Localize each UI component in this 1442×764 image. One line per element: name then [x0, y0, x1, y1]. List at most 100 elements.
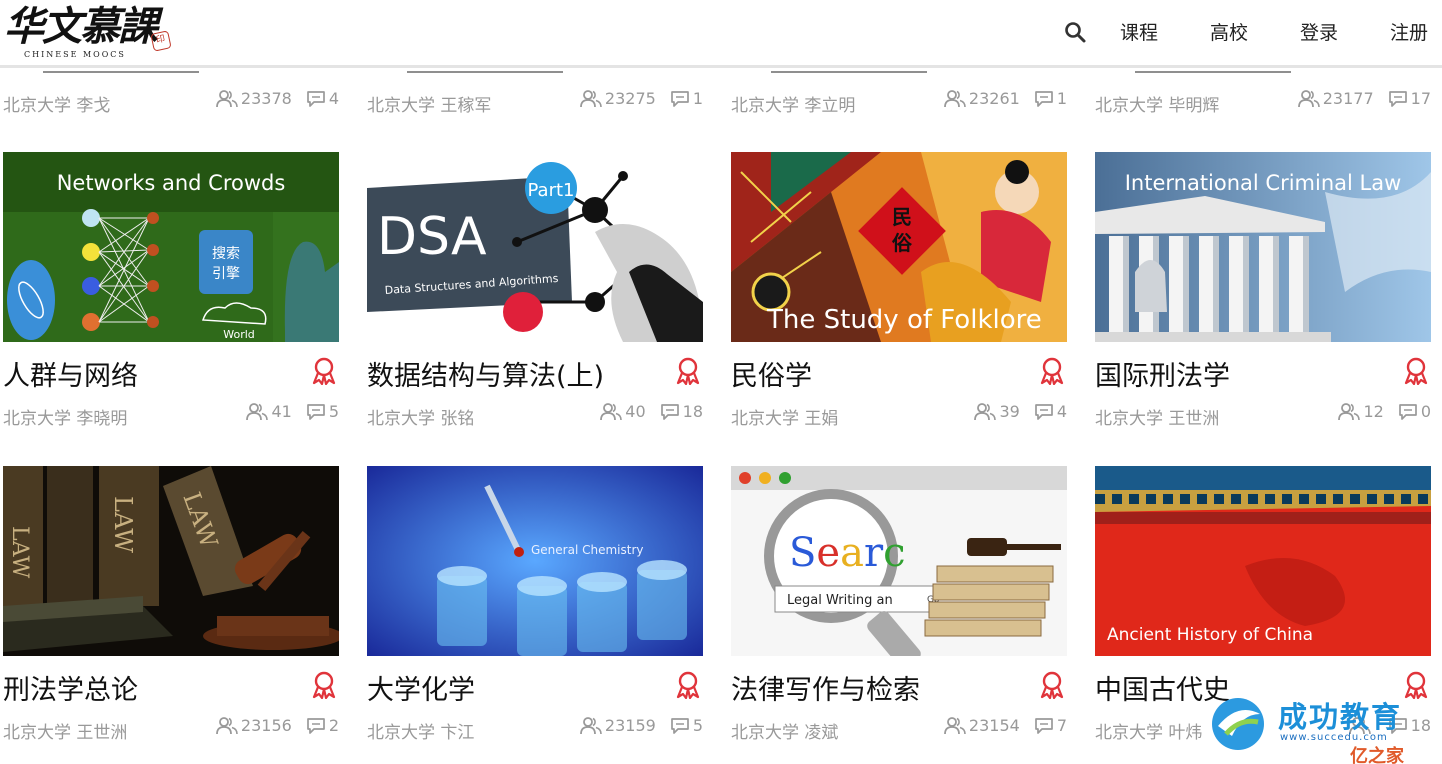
students-value: 23378 [240, 89, 292, 108]
course-title[interactable]: 刑法学总论 [3, 668, 138, 707]
comments-icon [670, 90, 690, 108]
prev-course-teacher[interactable]: 北京大学 李戈 [3, 91, 110, 116]
course-teacher[interactable]: 北京大学 王娟 [731, 404, 838, 429]
students-count: 23159 [580, 716, 656, 735]
comments-icon [1034, 90, 1054, 108]
nav-schools[interactable]: 高校 [1210, 18, 1248, 45]
course-teacher[interactable]: 北京大学 李晓明 [3, 404, 127, 429]
comments-count: 5 [670, 716, 703, 735]
comments-count: 7 [1034, 716, 1067, 735]
prev-title-remnant [771, 71, 1031, 77]
thumb-art: General Chemistry [367, 466, 703, 656]
students-icon [1338, 402, 1361, 421]
certificate-icon [675, 357, 701, 386]
prev-course-teacher[interactable]: 北京大学 毕明辉 [1095, 91, 1219, 116]
thumb-title: General Chemistry [531, 543, 644, 557]
course-teacher[interactable]: 北京大学 叶炜 [1095, 718, 1202, 743]
students-count: 41 [246, 402, 292, 421]
students-count: 23275 [580, 89, 656, 108]
watermark: 成功教育 www.succedu.com 亿之家 [1206, 690, 1442, 764]
course-thumbnail[interactable]: LAW LAW LAW [3, 466, 339, 656]
course-title[interactable]: 法律写作与检索 [731, 668, 920, 707]
course-card[interactable]: 民 俗 The Study of Folklore 民俗学 北京大学 王娟 39 4 [731, 152, 1067, 437]
thumb-title: Ancient History of China [1107, 625, 1313, 645]
comments-value: 7 [1056, 716, 1067, 735]
nav-register[interactable]: 注册 [1390, 18, 1428, 45]
prev-title-remnant [407, 71, 667, 77]
course-thumbnail[interactable]: Searc Legal Writing an Go [731, 466, 1067, 656]
students-icon [1297, 89, 1320, 108]
comments-count: 4 [306, 89, 339, 108]
course-thumbnail[interactable]: Networks and Crowds 搜索 引擎 World [3, 152, 339, 342]
certificate-icon [1039, 671, 1065, 700]
students-value: 23177 [1322, 89, 1374, 108]
course-teacher[interactable]: 北京大学 凌斌 [731, 718, 838, 743]
course-card[interactable]: International Criminal Law 国际刑法学北京大学 王世洲… [1095, 152, 1431, 437]
thumb-label-1: 民 [892, 205, 912, 229]
comments-count: 5 [306, 402, 339, 421]
svg-text:LAW: LAW [109, 496, 137, 553]
course-card[interactable]: LAW LAW LAW 刑法学总论 北京大学 王世洲 23156 2 [3, 466, 339, 751]
logo-chinese: 华文慕課 [4, 3, 158, 50]
course-teacher[interactable]: 北京大学 王世洲 [3, 718, 127, 743]
students-count: 12 [1338, 402, 1384, 421]
comments-icon [306, 403, 326, 421]
course-thumbnail[interactable]: 民 俗 The Study of Folklore [731, 152, 1067, 342]
course-card[interactable]: Searc Legal Writing an Go 法律写作与检索北京大学 凌斌… [731, 466, 1067, 751]
course-thumbnail[interactable]: General Chemistry [367, 466, 703, 656]
course-title[interactable]: 民俗学 [731, 354, 812, 393]
app-root: 华文慕課 CHINESE MOOCS 印 课程 高校 登录 注册 北京大学 李戈… [0, 0, 1442, 764]
students-count: 39 [974, 402, 1020, 421]
students-value: 39 [999, 402, 1020, 421]
students-count: 40 [600, 402, 646, 421]
comments-value: 4 [328, 89, 339, 108]
students-icon [944, 716, 966, 735]
course-thumbnail[interactable]: International Criminal Law [1095, 152, 1431, 342]
certificate-icon [311, 357, 337, 386]
thumb-art: 民 俗 The Study of Folklore [731, 152, 1067, 342]
nav-courses[interactable]: 课程 [1120, 18, 1158, 45]
course-teacher[interactable]: 北京大学 张铭 [367, 404, 474, 429]
course-card[interactable]: DSA Data Structures and Algorithms Part1… [367, 152, 703, 437]
course-teacher[interactable]: 北京大学 卞江 [367, 718, 474, 743]
thumb-label-1: 搜索 [212, 245, 240, 262]
thumb-art: Searc Legal Writing an Go [731, 466, 1067, 656]
course-title[interactable]: 国际刑法学 [1095, 354, 1230, 393]
thumb-art: LAW LAW LAW [3, 466, 339, 656]
course-thumbnail[interactable]: DSA Data Structures and Algorithms Part1 [367, 152, 703, 342]
course-card[interactable]: General Chemistry 大学化学北京大学 卞江 23159 5 [367, 466, 703, 751]
course-title[interactable]: 人群与网络 [3, 354, 138, 393]
course-title[interactable]: 大学化学 [367, 668, 475, 707]
comments-count: 0 [1398, 402, 1431, 421]
course-card[interactable]: Networks and Crowds 搜索 引擎 World 人群与网络北京大… [3, 152, 339, 437]
course-teacher[interactable]: 北京大学 王世洲 [1095, 404, 1219, 429]
course-stats: 12 0 [1338, 402, 1431, 421]
nav-login[interactable]: 登录 [1300, 18, 1338, 45]
site-header: 华文慕課 CHINESE MOOCS 印 课程 高校 登录 注册 [0, 0, 1442, 68]
watermark-sub: 亿之家 [1350, 746, 1404, 764]
thumb-art: DSA Data Structures and Algorithms Part1 [367, 152, 703, 342]
thumb-label-2: 俗 [891, 231, 913, 255]
students-value: 23154 [968, 716, 1020, 735]
prev-course-teacher[interactable]: 北京大学 王稼军 [367, 91, 491, 116]
thumb-label-2: 引擎 [212, 266, 240, 282]
comments-value: 5 [328, 402, 339, 421]
comments-icon [306, 717, 326, 735]
thumb-subtitle: Legal Writing an [787, 593, 893, 608]
prev-title-remnant [43, 71, 303, 77]
course-title[interactable]: 数据结构与算法(上) [367, 354, 604, 393]
prev-title-remnant [1135, 71, 1395, 77]
logo-english: CHINESE MOOCS [24, 50, 126, 59]
students-value: 12 [1363, 402, 1384, 421]
certificate-icon [675, 671, 701, 700]
search-icon[interactable] [1063, 20, 1087, 44]
course-thumbnail[interactable]: Ancient History of China [1095, 466, 1431, 656]
site-logo[interactable]: 华文慕課 CHINESE MOOCS 印 [4, 4, 174, 62]
students-value: 41 [271, 402, 292, 421]
prev-course-stats: 23261 1 [851, 89, 1067, 108]
students-icon [216, 716, 238, 735]
comments-icon [1398, 403, 1418, 421]
course-stats: 23159 5 [580, 716, 703, 735]
prev-course-teacher[interactable]: 北京大学 李立明 [731, 91, 855, 116]
thumb-title: Searc [789, 530, 905, 576]
